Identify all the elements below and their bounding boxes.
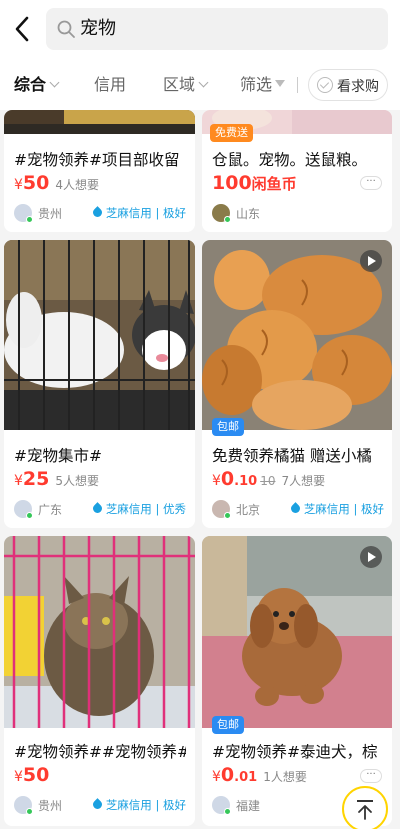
want-buy-label: 看求购	[337, 79, 379, 95]
product-card[interactable]: #宠物领养#项目部收留 ¥50 4人想要 贵州 芝麻信用 | 极好	[4, 110, 195, 232]
product-card[interactable]: #宠物集市# ¥25 5人想要 广东 芝麻信用 | 优秀	[4, 240, 195, 528]
back-arrow-icon[interactable]	[10, 14, 36, 44]
product-title: 免费领养橘猫 赠送小橘	[212, 447, 372, 465]
more-button[interactable]: ···	[360, 176, 382, 190]
credit-badge: 芝麻信用 | 极好	[90, 205, 186, 221]
seller-info: 贵州 芝麻信用 | 极好	[14, 796, 186, 816]
credit-badge: 芝麻信用 | 优秀	[90, 501, 186, 517]
seller-info: 北京 芝麻信用 | 极好	[212, 500, 384, 520]
tab-comprehensive[interactable]: 综合	[14, 74, 60, 96]
seller-location: 贵州	[38, 207, 63, 221]
filter-icon	[275, 80, 286, 87]
tab-filter[interactable]: 筛选	[240, 74, 286, 96]
credit-badge: 芝麻信用 | 极好	[288, 501, 384, 517]
avatar	[14, 204, 33, 223]
seller-location: 福建	[236, 799, 261, 813]
product-title: #宠物领养##宠物领养#	[14, 743, 186, 761]
credit-badge: 芝麻信用 | 极好	[90, 797, 186, 813]
product-title: 仓鼠。宠物。送鼠粮。	[212, 151, 368, 169]
divider	[297, 77, 298, 93]
back-to-top-icon	[357, 800, 373, 802]
product-price: 100闲鱼币	[212, 172, 297, 194]
want-buy-button[interactable]: 看求购	[308, 69, 388, 101]
search-icon	[57, 20, 75, 38]
product-price: ¥50 4人想要	[14, 172, 100, 194]
product-price: ¥0.01 1人想要	[212, 764, 307, 786]
seller-location: 贵州	[38, 799, 63, 813]
product-card[interactable]: 包邮 #宠物领养#泰迪犬，棕 ¥0.01 1人想要 ··· 福建	[202, 536, 392, 826]
free-shipping-badge: 包邮	[212, 418, 244, 436]
search-query: 宠物	[80, 18, 116, 39]
avatar	[14, 500, 33, 519]
product-card[interactable]: 免费送 仓鼠。宠物。送鼠粮。 100闲鱼币 ··· 山东	[202, 110, 392, 232]
sesame-credit-icon	[90, 502, 104, 515]
tab-credit[interactable]: 信用	[94, 74, 126, 96]
more-button[interactable]: ···	[360, 769, 382, 783]
tab-credit-label: 信用	[94, 75, 127, 94]
avatar	[212, 204, 231, 223]
free-badge: 免费送	[210, 124, 253, 142]
product-card[interactable]: 包邮 免费领养橘猫 赠送小橘 ¥0.10 10 7人想要 北京 芝麻信用 | 极好	[202, 240, 392, 528]
filter-bar: 综合 信用 区域 筛选 看求购	[0, 60, 400, 110]
product-image	[4, 110, 195, 134]
tab-comprehensive-label: 综合	[14, 75, 47, 94]
product-image	[4, 536, 195, 728]
sesame-credit-icon	[90, 798, 104, 811]
avatar	[14, 796, 33, 815]
product-title: #宠物领养#泰迪犬，棕	[212, 743, 378, 761]
check-circle-icon	[317, 77, 333, 93]
product-title: #宠物集市#	[14, 447, 102, 465]
avatar	[212, 500, 231, 519]
seller-info: 广东 芝麻信用 | 优秀	[14, 500, 186, 520]
product-card[interactable]: #宠物领养##宠物领养# ¥50 贵州 芝麻信用 | 极好	[4, 536, 195, 826]
product-title: #宠物领养#项目部收留	[14, 151, 180, 169]
free-shipping-badge: 包邮	[212, 716, 244, 734]
back-to-top-button[interactable]	[342, 786, 388, 829]
play-icon[interactable]	[360, 250, 382, 272]
sesame-credit-icon	[90, 206, 104, 219]
seller-info: 山东	[212, 204, 384, 224]
seller-location: 山东	[236, 207, 261, 221]
tab-region[interactable]: 区域	[163, 74, 209, 96]
tab-filter-label: 筛选	[240, 75, 273, 94]
tab-region-label: 区域	[163, 75, 196, 94]
seller-info: 贵州 芝麻信用 | 极好	[14, 204, 186, 224]
search-input[interactable]: 宠物	[46, 8, 388, 50]
chevron-down-icon	[198, 77, 209, 88]
seller-location: 北京	[236, 503, 261, 517]
play-icon[interactable]	[360, 546, 382, 568]
chevron-down-icon	[49, 77, 60, 88]
product-price: ¥0.10 10 7人想要	[212, 468, 326, 490]
seller-location: 广东	[38, 503, 63, 517]
product-price: ¥50	[14, 764, 50, 786]
arrow-up-icon	[358, 805, 372, 820]
avatar	[212, 796, 231, 815]
product-price: ¥25 5人想要	[14, 468, 100, 490]
top-bar: 宠物	[0, 0, 400, 60]
sesame-credit-icon	[288, 502, 302, 515]
product-image	[4, 240, 195, 430]
